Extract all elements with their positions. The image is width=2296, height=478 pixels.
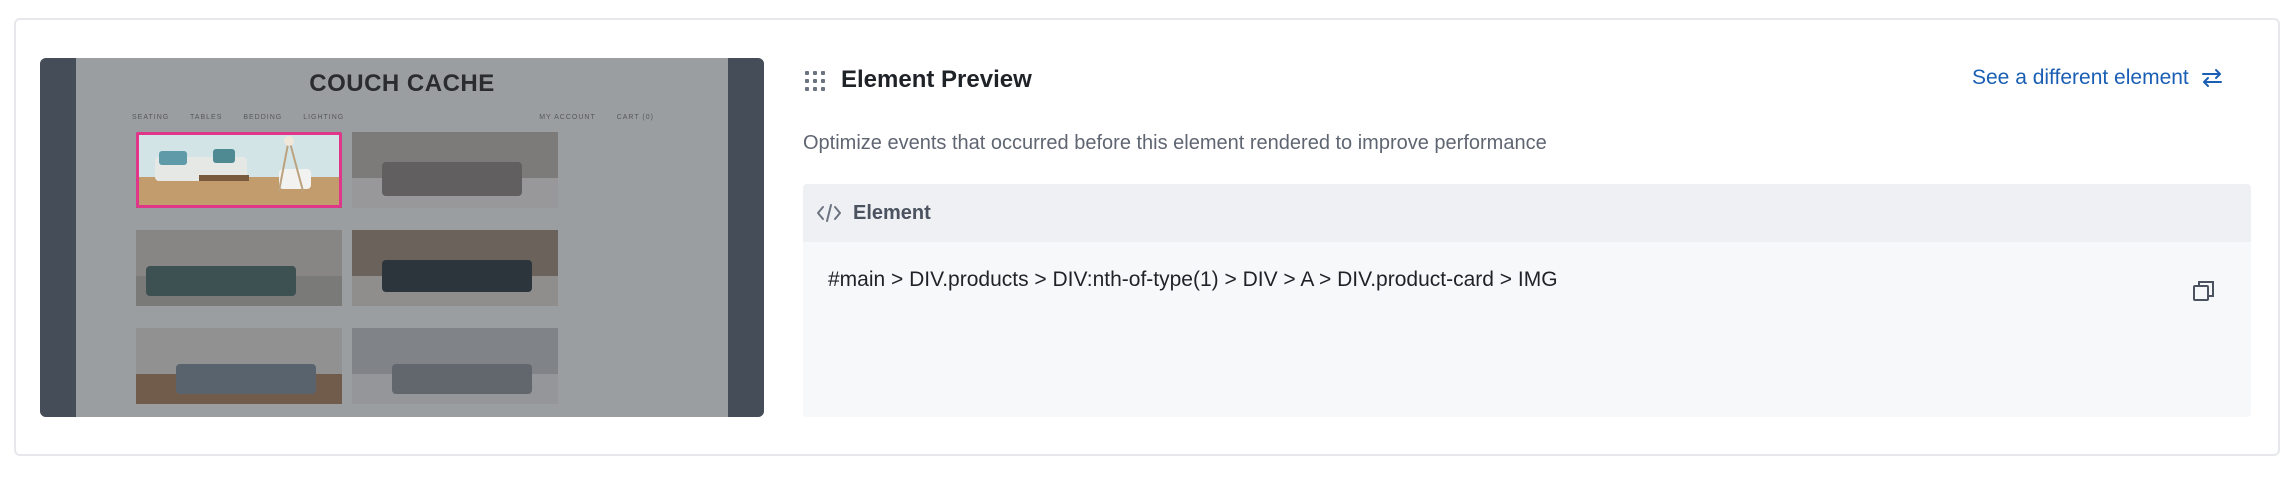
site-nav-item: TABLES [190, 114, 223, 121]
product-image [352, 132, 558, 208]
site-nav-item: CART (0) [616, 114, 654, 121]
drag-grid-icon[interactable] [804, 70, 826, 92]
site-nav-item: MY ACCOUNT [539, 114, 596, 121]
product-image [136, 328, 342, 404]
site-nav: SEATING TABLES BEDDING LIGHTING MY ACCOU… [132, 114, 672, 124]
code-icon [816, 203, 842, 223]
element-panel: Element #main > DIV.products > DIV:nth-o… [803, 184, 2251, 417]
page-screenshot-thumbnail: COUCH CACHE SEATING TABLES BEDDING LIGHT… [40, 58, 764, 417]
product-image [352, 230, 558, 306]
site-title: COUCH CACHE [309, 70, 495, 97]
site-nav-left: SEATING TABLES BEDDING LIGHTING [132, 114, 362, 121]
site-nav-item: SEATING [132, 114, 170, 121]
site-nav-item: LIGHTING [303, 114, 345, 121]
see-different-element-link[interactable]: See a different element [1972, 66, 2223, 90]
preview-title: Element Preview [841, 66, 1032, 93]
site-preview: COUCH CACHE SEATING TABLES BEDDING LIGHT… [76, 58, 728, 417]
product-image [352, 328, 558, 404]
see-different-label: See a different element [1972, 66, 2189, 89]
element-selector: #main > DIV.products > DIV:nth-of-type(1… [828, 268, 1558, 291]
swap-arrows-icon [2201, 69, 2222, 87]
highlighted-element [136, 132, 342, 208]
site-nav-right: MY ACCOUNT CART (0) [539, 114, 672, 121]
element-panel-header: Element [803, 184, 2251, 242]
product-image [136, 230, 342, 306]
site-nav-item: BEDDING [243, 114, 283, 121]
preview-description: Optimize events that occurred before thi… [803, 132, 1547, 154]
living-room-image [139, 135, 339, 205]
copy-icon[interactable] [2191, 278, 2217, 304]
element-panel-label: Element [853, 201, 931, 224]
